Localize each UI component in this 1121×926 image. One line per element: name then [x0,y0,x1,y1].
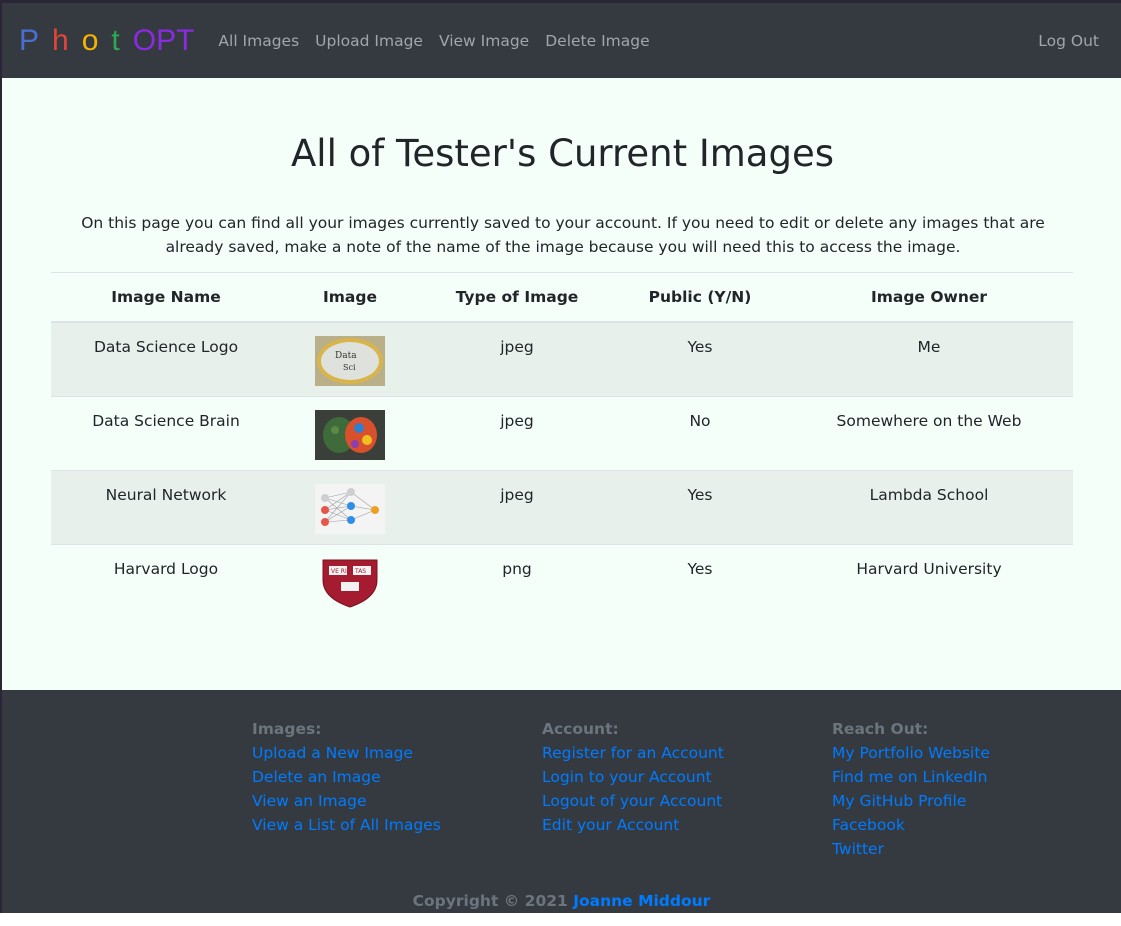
footer-view-link[interactable]: View an Image [252,789,441,813]
footer-delete-link[interactable]: Delete an Image [252,765,441,789]
footer-account-heading: Account: [542,720,619,738]
footer-account-column: Account: Register for an Account Login t… [542,717,724,837]
header-owner: Image Owner [785,272,1073,323]
cell-owner: Me [785,321,1073,396]
footer-images-column: Images: Upload a New Image Delete an Ima… [252,717,441,837]
data-science-logo-thumbnail[interactable]: Data Sci [315,336,385,386]
brand-letter: h [52,23,69,57]
footer-linkedin-link[interactable]: Find me on LinkedIn [832,765,990,789]
brand-letter: t [111,23,120,57]
svg-text:Sci: Sci [343,363,356,372]
footer-login-link[interactable]: Login to your Account [542,765,724,789]
svg-text:TAS: TAS [354,568,366,575]
header-public: Public (Y/N) [615,272,785,323]
nav-delete-image[interactable]: Delete Image [545,32,649,50]
brand-letter: OPT [132,23,195,57]
harvard-logo-thumbnail[interactable]: VE RI TAS [315,558,385,608]
nav-all-images[interactable]: All Images [218,32,299,50]
cell-image [281,395,419,470]
data-science-brain-thumbnail[interactable] [315,409,385,460]
svg-text:VE RI: VE RI [331,568,347,575]
brand-logo[interactable]: P h o t OPT [19,24,194,58]
footer-upload-link[interactable]: Upload a New Image [252,741,441,765]
page-title: All of Tester's Current Images [291,132,834,175]
nav-view-image[interactable]: View Image [439,32,529,50]
author-link[interactable]: Joanne Middour [573,892,710,910]
cell-image [281,469,419,544]
page-intro: On this page you can find all your image… [81,214,1045,256]
table-row: Neural Network jpeg Yes Lambda School [51,469,1073,544]
cell-image: VE RI TAS [281,543,419,618]
table-header-row: Image Name Image Type of Image Public (Y… [51,272,1073,323]
copyright: Copyright © 2021 Joanne Middour [2,892,1121,910]
footer-reach-column: Reach Out: My Portfolio Website Find me … [832,717,990,861]
cell-owner: Harvard University [785,543,1073,618]
footer-logout-link[interactable]: Logout of your Account [542,789,724,813]
cell-public: No [615,395,785,470]
cell-image-name: Harvard Logo [51,543,281,618]
header-image-name: Image Name [51,272,281,323]
cell-image-name: Data Science Logo [51,321,281,396]
copyright-text: Copyright © 2021 [412,892,568,910]
cell-type: jpeg [419,321,615,396]
footer-edit-account-link[interactable]: Edit your Account [542,813,724,837]
footer-reach-heading: Reach Out: [832,720,929,738]
navbar: P h o t OPT All Images Upload Image View… [2,3,1121,78]
table-row: Data Science Logo Data Sci jpeg Yes Me [51,321,1073,396]
svg-text:Data: Data [335,351,357,361]
table-row: Data Science Brain jpeg No Somewhere on … [51,395,1073,470]
brand-letter: o [81,23,99,57]
cell-owner: Somewhere on the Web [785,395,1073,470]
footer-twitter-link[interactable]: Twitter [832,837,990,861]
neural-network-thumbnail[interactable] [315,483,385,534]
footer-list-link[interactable]: View a List of All Images [252,813,441,837]
cell-image-name: Data Science Brain [51,395,281,470]
bottom-strip [0,913,1121,926]
footer-github-link[interactable]: My GitHub Profile [832,789,990,813]
footer-register-link[interactable]: Register for an Account [542,741,724,765]
cell-image: Data Sci [281,321,419,396]
nav-log-out[interactable]: Log Out [1038,32,1099,50]
header-type: Type of Image [419,272,615,323]
cell-image-name: Neural Network [51,469,281,544]
table-row: Harvard Logo VE RI TAS png Yes Harvard U… [51,543,1073,618]
header-image: Image [281,272,419,323]
footer-images-heading: Images: [252,720,322,738]
footer: Images: Upload a New Image Delete an Ima… [2,690,1121,913]
images-table: Image Name Image Type of Image Public (Y… [51,272,1073,618]
cell-public: Yes [615,321,785,396]
footer-portfolio-link[interactable]: My Portfolio Website [832,741,990,765]
cell-type: jpeg [419,469,615,544]
cell-owner: Lambda School [785,469,1073,544]
footer-facebook-link[interactable]: Facebook [832,813,990,837]
cell-type: jpeg [419,395,615,470]
cell-public: Yes [615,469,785,544]
cell-public: Yes [615,543,785,618]
nav-upload-image[interactable]: Upload Image [315,32,423,50]
main-content: All of Tester's Current Images On this p… [2,78,1121,690]
cell-type: png [419,543,615,618]
brand-letter: P [19,23,40,57]
nav-links: All Images Upload Image View Image Delet… [218,32,649,50]
